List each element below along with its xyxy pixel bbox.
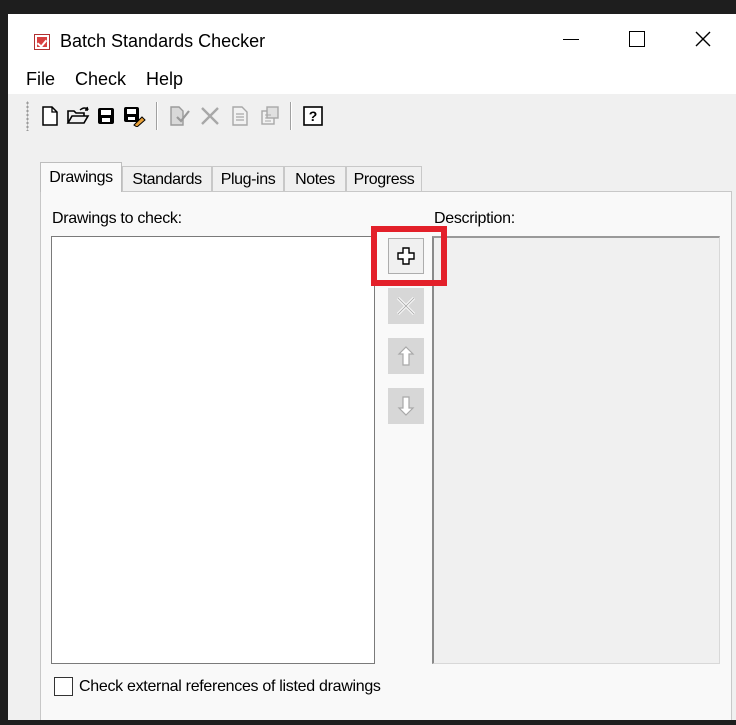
menu-bar: File Check Help <box>8 64 736 94</box>
save-button[interactable] <box>94 104 118 128</box>
description-label: Description: <box>434 210 515 227</box>
check-drawings-button[interactable] <box>168 104 192 128</box>
title-bar[interactable]: Batch Standards Checker <box>8 14 736 64</box>
export-icon <box>261 106 279 125</box>
toolbar-grip[interactable] <box>26 101 29 131</box>
toolbar: ? <box>8 94 736 134</box>
close-button[interactable] <box>670 14 736 64</box>
check-xrefs-option[interactable]: Check external references of listed draw… <box>54 677 381 696</box>
tab-notes[interactable]: Notes <box>284 166 346 192</box>
move-down-icon <box>397 396 415 416</box>
remove-drawing-button[interactable] <box>388 288 424 324</box>
batch-standards-checker-window: Batch Standards Checker File Check Help <box>0 0 736 725</box>
report-button[interactable] <box>228 104 252 128</box>
delete-icon <box>201 107 219 125</box>
save-as-button[interactable] <box>122 104 146 128</box>
drawings-list[interactable] <box>51 236 375 664</box>
delete-button[interactable] <box>198 104 222 128</box>
svg-text:?: ? <box>309 108 318 124</box>
add-plus-icon <box>397 247 415 265</box>
toolbar-separator <box>290 102 292 130</box>
new-icon <box>42 106 58 126</box>
menu-check[interactable]: Check <box>65 64 136 94</box>
move-down-button[interactable] <box>388 388 424 424</box>
help-button[interactable]: ? <box>301 104 325 128</box>
save-as-icon <box>124 107 146 127</box>
open-folder-icon <box>66 106 90 124</box>
help-icon: ? <box>303 106 323 126</box>
close-icon <box>695 31 711 47</box>
app-icon <box>34 34 50 50</box>
tab-plug-ins[interactable]: Plug-ins <box>212 166 284 192</box>
menu-help[interactable]: Help <box>136 64 193 94</box>
new-button[interactable] <box>38 104 62 128</box>
save-icon <box>98 108 114 124</box>
add-drawing-button[interactable] <box>388 238 424 274</box>
open-button[interactable] <box>66 104 90 128</box>
remove-x-icon <box>396 296 416 316</box>
window-title: Batch Standards Checker <box>60 31 266 51</box>
report-icon <box>232 106 248 126</box>
tab-progress[interactable]: Progress <box>346 166 422 192</box>
check-icon <box>170 106 190 126</box>
move-up-button[interactable] <box>388 338 424 374</box>
move-up-icon <box>397 346 415 366</box>
tab-drawings[interactable]: Drawings <box>40 162 122 192</box>
maximize-icon <box>629 31 645 47</box>
check-xrefs-label: Check external references of listed draw… <box>79 677 381 695</box>
toolbar-separator <box>156 102 158 130</box>
menu-file[interactable]: File <box>8 64 65 94</box>
tab-standards[interactable]: Standards <box>122 166 212 192</box>
export-button[interactable] <box>258 104 282 128</box>
minimize-icon <box>563 38 579 40</box>
maximize-button[interactable] <box>604 14 670 64</box>
drawings-to-check-label: Drawings to check: <box>52 210 182 227</box>
minimize-button[interactable] <box>538 14 604 64</box>
description-box <box>432 236 720 664</box>
check-xrefs-checkbox[interactable] <box>54 677 73 696</box>
